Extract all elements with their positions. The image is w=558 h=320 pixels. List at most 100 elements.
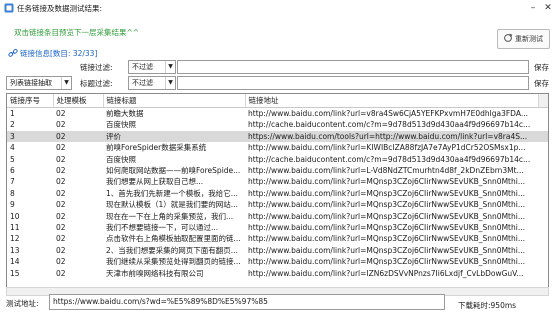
- cell-title: 现在默认模板（1）就是我们要的网站...: [106, 200, 238, 210]
- cell-title: 我们不想要链接一下，可以通过...: [106, 223, 219, 233]
- test-result-window: 任务链接及数据测试结果: – ✕ 双击链接条目预览下一层采集结果^^ 重新测试 …: [0, 0, 558, 320]
- cell-url: http://www.baidu.com/link?url=L-Vd8NdZTC…: [248, 166, 524, 176]
- cell-template: 02: [56, 154, 66, 164]
- cell-title: 百度快照: [106, 154, 136, 164]
- cell-url: http://www.baidu.com/link?url=MQnsp3CZoj…: [248, 257, 525, 267]
- app-icon: [4, 3, 14, 13]
- table-header-row: 链接序号 处理模板 链接标题 链接地址: [7, 94, 548, 108]
- table-row[interactable]: 15 02 天津市前嗅网络科技有限公司 http://www.baidu.com/li…: [7, 268, 548, 279]
- cell-index: 4: [10, 143, 15, 153]
- title-filter-label: 标题过滤:: [80, 79, 113, 88]
- cell-url: http://www.baidu.com/link?url=MQnsp3CZoj…: [248, 200, 525, 210]
- cell-index: 1: [10, 109, 15, 118]
- title-bar: 任务链接及数据测试结果: – ✕: [0, 0, 558, 17]
- table-row[interactable]: 6 02 如何爬取网站数据——前嗅ForeSpide... http://www.ba…: [7, 165, 548, 176]
- link-filter-input[interactable]: [177, 60, 529, 74]
- window-title: 任务链接及数据测试结果:: [17, 4, 103, 13]
- table-row[interactable]: 10 02 现在在一下在上角的采集预览，我们... http://www.baidu.…: [7, 211, 548, 222]
- title-filter-select[interactable]: 不过滤 ▼: [128, 76, 176, 90]
- cell-template: 02: [56, 120, 66, 130]
- cell-url: http://www.baidu.com/link?url=MQnsp3CZoj…: [248, 188, 525, 198]
- cell-index: 3: [7, 130, 53, 143]
- cell-title: 前嗅ForeSpider数据采集系统: [106, 143, 207, 153]
- cell-template: 02: [56, 166, 66, 176]
- cell-url: http://cache.baiducontent.com/c?m=9d78d5…: [248, 120, 531, 130]
- cell-index: 7: [10, 177, 15, 187]
- table-row[interactable]: 1 02 前瞻大数据 http://www.baidu.com/link?url=v8…: [7, 108, 548, 120]
- test-url-field[interactable]: https://www.baidu.com/s?wd=%E5%89%8D%E5%…: [49, 294, 445, 310]
- table-row[interactable]: 3 02 评价 https://www.baidu.com/tools?url=htt…: [7, 130, 548, 143]
- link-icon: [8, 48, 18, 57]
- table-row[interactable]: 14 02 我们继续从采集预览处得到翻页的链接... http://www.baidu…: [7, 256, 548, 267]
- table-row[interactable]: 5 02 百度快照 http://cache.baiducontent.com/c?m…: [7, 154, 548, 165]
- table-row[interactable]: 11 02 我们不想要链接一下，可以通过... http://www.baidu.co…: [7, 222, 548, 233]
- cell-url: http://cache.baiducontent.com/c?m=9d78d5…: [248, 154, 531, 164]
- cell-template: 02: [56, 188, 66, 198]
- link-filter-select[interactable]: 不过滤 ▼: [128, 60, 176, 74]
- close-icon[interactable]: ✕: [541, 1, 555, 15]
- column-header-template[interactable]: 处理模板: [53, 94, 104, 108]
- cell-index: 8: [10, 188, 15, 198]
- chevron-down-icon: ▼: [61, 77, 71, 89]
- cell-url: http://www.baidu.com/link?url=v8ra4Sw6Cj…: [248, 109, 528, 118]
- download-time: 下载耗时:950ms: [458, 301, 517, 310]
- test-url-label: 测试地址:: [6, 299, 39, 308]
- column-header-url[interactable]: 链接地址: [245, 94, 548, 108]
- cell-template: 02: [56, 177, 66, 187]
- cell-template: 02: [56, 223, 66, 233]
- link-table[interactable]: 链接序号 处理模板 链接标题 链接地址 1 02 前瞻大数据 http://www.b…: [6, 93, 549, 290]
- cell-title: 我们继续从采集预览处得到翻页的链接...: [106, 257, 241, 267]
- table-row[interactable]: 2 02 百度快照 http://cache.baiducontent.com/c?m…: [7, 119, 548, 130]
- cell-template: 02: [56, 211, 66, 221]
- double-click-tip: 双击链接条目预览下一层采集结果^^: [14, 28, 140, 37]
- cell-url: http://www.baidu.com/link?url=MQnsp3CZoj…: [248, 223, 525, 233]
- cell-title: 评价: [103, 130, 245, 143]
- retest-button[interactable]: 重新测试: [497, 29, 550, 49]
- cell-index: 11: [10, 223, 20, 233]
- cell-template: 02: [56, 109, 66, 118]
- cell-url: http://www.baidu.com/link?url=IZN6zDSVvN…: [248, 268, 524, 278]
- cell-index: 15: [10, 268, 20, 278]
- cell-title: 1、首先我们先新建一个模板，我给它...: [106, 188, 238, 198]
- cell-title: 如何爬取网站数据——前嗅ForeSpide...: [106, 166, 241, 176]
- table-row[interactable]: 12 02 点击软件右上角模板抽取配置里面的链... http://www.baidu…: [7, 233, 548, 244]
- cell-template: 02: [56, 268, 66, 278]
- cell-title: 前瞻大数据: [106, 109, 144, 118]
- cell-index: 13: [10, 245, 20, 255]
- column-header-title[interactable]: 链接标题: [103, 94, 246, 108]
- table-row[interactable]: 9 02 现在默认模板（1）就是我们要的网站... http://www.baidu.…: [7, 199, 548, 210]
- cell-title: 天津市前嗅网络科技有限公司: [106, 268, 204, 278]
- cell-index: 5: [10, 154, 15, 164]
- cell-index: 9: [10, 200, 15, 210]
- cell-title: 点击软件右上角模板抽取配置里面的链...: [106, 234, 241, 244]
- cell-index: 6: [10, 166, 15, 176]
- title-filter-value: 不过滤: [132, 79, 153, 87]
- table-row[interactable]: 8 02 1、首先我们先新建一个模板，我给它... http://www.baidu.…: [7, 188, 548, 199]
- cell-template: 02: [56, 234, 66, 244]
- retest-label: 重新测试: [515, 35, 543, 43]
- cell-index: 14: [10, 257, 20, 267]
- cell-index: 12: [10, 234, 20, 244]
- list-mode-select[interactable]: 列表链接抽取 ▼: [6, 76, 72, 90]
- cell-index: 10: [10, 211, 20, 221]
- link-filter-save-button[interactable]: 保存: [534, 62, 549, 73]
- cell-title: 百度快照: [106, 120, 136, 130]
- title-filter-input[interactable]: [177, 76, 529, 90]
- cell-template: 02: [56, 245, 66, 255]
- scroll-corner: [538, 94, 548, 107]
- test-url-value: https://www.baidu.com/s?wd=%E5%89%8D%E5%…: [53, 297, 268, 306]
- column-header-index[interactable]: 链接序号: [7, 94, 54, 108]
- table-row[interactable]: 4 02 前嗅ForeSpider数据采集系统 http://www.baidu.co…: [7, 142, 548, 153]
- cell-index: 2: [10, 120, 15, 130]
- title-filter-save-button[interactable]: 保存: [534, 78, 549, 89]
- cell-title: 我们想要从网上获取自己想...: [106, 177, 204, 187]
- minimize-icon[interactable]: –: [526, 1, 540, 15]
- list-mode-value: 列表链接抽取: [10, 79, 52, 87]
- table-row[interactable]: 13 02 2、当我们想要采集的网页下面有翻页... http://www.baidu…: [7, 245, 548, 256]
- cell-url: http://www.baidu.com/link?url=KIWIBcIZA8…: [248, 143, 526, 153]
- table-row[interactable]: 7 02 我们想要从网上获取自己想... http://www.baidu.com/l…: [7, 176, 548, 187]
- cell-url: https://www.baidu.com/tools?url=http://w…: [245, 130, 548, 143]
- cell-template: 02: [56, 143, 66, 153]
- cell-title: 2、当我们想要采集的网页下面有翻页...: [106, 245, 238, 255]
- tip-banner: 双击链接条目预览下一层采集结果^^: [6, 24, 546, 46]
